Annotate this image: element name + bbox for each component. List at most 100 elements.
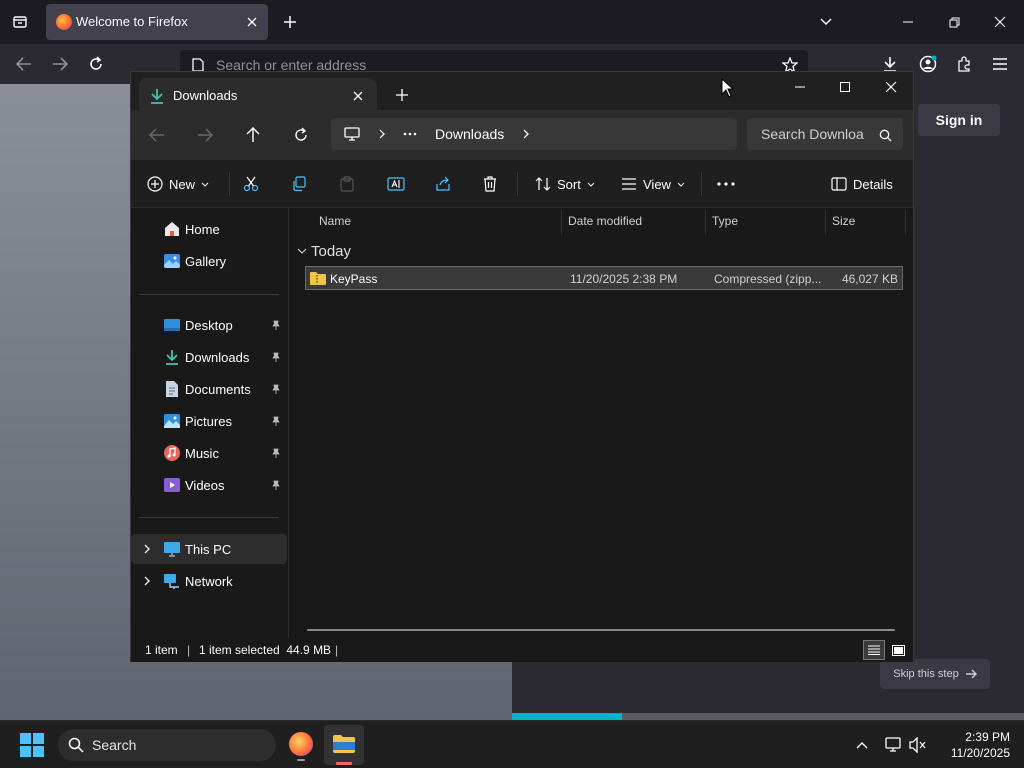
sidebar-item-documents[interactable]: Documents [131, 374, 287, 404]
copy-button[interactable] [291, 172, 307, 196]
file-size: 46,027 KB [841, 272, 898, 286]
new-tab-icon[interactable] [393, 86, 411, 104]
list-tabs-icon[interactable] [816, 12, 836, 32]
explorer-tab[interactable]: Downloads [139, 78, 377, 114]
up-icon[interactable] [243, 125, 263, 145]
column-divider[interactable] [705, 210, 706, 234]
extensions-icon[interactable] [954, 54, 974, 74]
view-button[interactable]: View [621, 172, 685, 196]
sidebar-item-downloads[interactable]: Downloads [131, 342, 287, 372]
start-button[interactable] [20, 733, 44, 757]
column-divider[interactable] [561, 210, 562, 234]
tab-overview-icon[interactable] [10, 12, 30, 32]
firefox-tab[interactable]: Welcome to Firefox [46, 4, 268, 40]
details-view-icon [868, 645, 880, 655]
sidebar-item-this-pc[interactable]: This PC [131, 534, 287, 564]
sidebar-item-music[interactable]: Music [131, 438, 287, 468]
taskbar-firefox[interactable] [286, 729, 316, 761]
rename-button[interactable] [387, 172, 405, 196]
sidebar-item-label: Desktop [185, 317, 233, 333]
sort-icon [535, 177, 551, 191]
file-row[interactable]: KeyPass 11/20/2025 2:38 PM Compressed (z… [305, 266, 903, 290]
clock-time: 2:39 PM [965, 730, 1010, 744]
refresh-icon[interactable] [291, 125, 311, 145]
maximize-icon[interactable] [836, 78, 854, 96]
restore-icon[interactable] [944, 12, 964, 32]
sort-button[interactable]: Sort [535, 172, 595, 196]
chevron-right-icon[interactable] [375, 127, 389, 141]
clock-date: 11/20/2025 [950, 746, 1010, 760]
address-bar[interactable]: Downloads [331, 118, 737, 150]
sidebar-item-label: This PC [185, 541, 232, 557]
group-header-today[interactable]: Today [295, 242, 495, 262]
details-view-toggle[interactable] [863, 640, 885, 660]
sidebar-item-gallery[interactable]: Gallery [131, 246, 287, 276]
home-icon [165, 222, 179, 236]
cut-button[interactable] [243, 172, 259, 196]
column-divider[interactable] [905, 210, 906, 234]
close-tab-icon[interactable] [242, 12, 262, 32]
close-tab-icon[interactable] [349, 87, 367, 105]
minimize-icon[interactable] [898, 12, 918, 32]
reload-icon[interactable] [86, 54, 106, 74]
view-label: View [643, 176, 671, 192]
column-header-size[interactable]: Size [832, 214, 855, 228]
menu-icon[interactable] [990, 54, 1010, 74]
column-divider[interactable] [825, 210, 826, 234]
sidebar-item-pictures[interactable]: Pictures [131, 406, 287, 436]
file-list: Name Date modified Type Size Today KeyPa… [289, 208, 913, 638]
see-more-button[interactable] [717, 172, 735, 196]
new-label: New [169, 176, 196, 192]
share-button[interactable] [435, 172, 451, 196]
sidebar-item-videos[interactable]: Videos [131, 470, 287, 500]
forward-icon[interactable] [50, 54, 70, 74]
close-window-icon[interactable] [990, 12, 1010, 32]
column-header-type[interactable]: Type [712, 214, 738, 228]
sidebar-item-network[interactable]: Network [131, 566, 287, 596]
downloads-folder-icon [149, 88, 165, 104]
back-icon[interactable] [147, 125, 167, 145]
new-button[interactable]: New [147, 172, 209, 196]
breadcrumb-current[interactable]: Downloads [435, 126, 504, 142]
skip-step-button[interactable]: Skip this step [880, 659, 990, 689]
sidebar-item-desktop[interactable]: Desktop [131, 310, 287, 340]
sign-in-button[interactable]: Sign in [918, 104, 1000, 136]
search-box[interactable]: Search Downloa [747, 118, 903, 150]
horizontal-scrollbar[interactable] [307, 629, 895, 631]
details-pane-button[interactable]: Details [831, 172, 893, 196]
column-header-date-modified[interactable]: Date modified [568, 214, 642, 228]
videos-icon [164, 478, 180, 492]
taskbar-clock[interactable]: 2:39 PM 11/20/2025 [930, 729, 1010, 761]
back-icon[interactable] [14, 54, 34, 74]
volume-muted-icon[interactable] [908, 735, 928, 755]
active-indicator [336, 762, 352, 765]
paste-button[interactable] [339, 172, 355, 196]
tiles-view-icon [891, 644, 905, 656]
pin-icon [272, 320, 280, 330]
more-locations-icon[interactable] [401, 127, 419, 141]
chevron-down-icon [201, 182, 209, 187]
account-icon[interactable] [918, 54, 938, 74]
close-window-icon[interactable] [882, 78, 900, 96]
command-bar: New Sort View Details [131, 160, 913, 208]
arrow-right-icon [965, 669, 977, 679]
taskbar-search[interactable]: Search [58, 729, 276, 761]
show-hidden-icons[interactable] [852, 735, 872, 755]
forward-icon[interactable] [195, 125, 215, 145]
chevron-right-icon[interactable] [519, 127, 533, 141]
pin-icon [272, 448, 280, 458]
navigation-pane: Home Gallery Desktop Downloads Documents… [131, 208, 289, 638]
taskbar-file-explorer[interactable] [324, 725, 364, 765]
music-icon [164, 445, 180, 461]
chevron-up-icon [856, 742, 868, 749]
minimize-icon[interactable] [791, 78, 809, 96]
divider [701, 172, 702, 196]
gallery-icon [164, 254, 180, 268]
sidebar-item-label: Gallery [185, 253, 227, 269]
new-tab-icon[interactable] [280, 12, 300, 32]
network-tray-icon[interactable] [884, 735, 904, 755]
column-header-name[interactable]: Name [319, 214, 351, 228]
sidebar-item-home[interactable]: Home [131, 214, 287, 244]
tiles-view-toggle[interactable] [887, 640, 909, 660]
delete-button[interactable] [483, 172, 497, 196]
